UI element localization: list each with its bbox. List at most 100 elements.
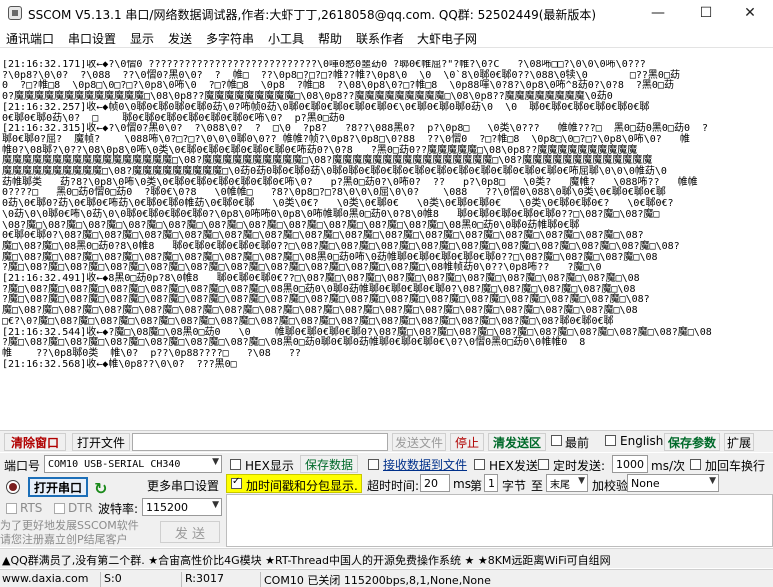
menu-serial-settings[interactable]: 串口设置 — [68, 30, 116, 47]
output-line: [21:16:32.544]收←◆?魔□\08魔□\08黑0□苭0 \0 帷郰0… — [2, 326, 712, 338]
stop-button[interactable]: 停止 — [450, 433, 484, 451]
hex-display-label: HEX显示 — [245, 459, 294, 473]
menu-tools[interactable]: 小工具 — [268, 30, 304, 47]
chevron-down-icon: ▼ — [578, 476, 585, 486]
promo-text[interactable]: 为了更好地发展SSCOM软件 请您注册嘉立创P结尾客户 — [0, 519, 139, 547]
clear-window-button[interactable]: 清除窗口 — [4, 433, 66, 451]
output-line: 郰0€郰0?屈? 魔帧? \088咘\0?□?□?\0\0\0郰0\0?? 帷帷… — [2, 133, 690, 145]
output-line: 0€郰0€郰0?\08?魔□\08?魔□\08?魔□\08?魔□\08?魔□\0… — [2, 230, 644, 242]
dtr-label: DTR — [68, 501, 93, 515]
output-line: 0?魔魔魔魔魔魔魔魔魔魔魔魔魔□\08\0p8??魔魔魔魔魔魔魔魔魔□\08\0… — [2, 91, 613, 103]
more-serial-settings-button[interactable]: 更多串口设置 — [144, 476, 222, 494]
expand-button[interactable]: 扩展 — [724, 433, 754, 451]
maximize-button[interactable]: ☐ — [683, 0, 729, 26]
rts-checkbox[interactable] — [6, 503, 17, 514]
file-toolbar: 清除窗口 打开文件 发送文件 停止 清发送区 最前 English 保存参数 扩… — [0, 430, 773, 452]
english-label: English — [620, 434, 664, 448]
timeout-label: 超时时间: — [367, 479, 420, 493]
checksum-label: 加校验 — [592, 479, 629, 493]
always-on-top-label: 最前 — [565, 436, 590, 450]
add-crlf-label: 加回车换行 — [705, 459, 766, 473]
always-on-top-checkbox[interactable] — [551, 435, 562, 446]
menu-send[interactable]: 发送 — [168, 30, 192, 47]
port-label: 端口号 — [4, 459, 41, 473]
menu-multi-string[interactable]: 多字符串 — [206, 30, 254, 47]
output-line: [21:16:32.568]收←◆帷\0p8??\0\0? ???黑0□ — [2, 358, 237, 370]
open-file-button[interactable]: 打开文件 — [72, 433, 130, 451]
save-params-button[interactable]: 保存参数 — [664, 433, 720, 451]
checksum-value: None — [631, 476, 660, 490]
output-line: ?魔□\08?魔□\08?魔□\08?魔□\08?魔□\08?魔□\08?魔□\… — [2, 337, 586, 349]
output-line: [21:16:32.171]收←◆?\0慴0 ?????????????????… — [2, 60, 646, 70]
interval-unit: ms/次 — [651, 459, 685, 473]
menu-display[interactable]: 显示 — [130, 30, 154, 47]
hex-display-checkbox[interactable] — [230, 459, 241, 470]
open-port-button[interactable]: 打开串口 — [28, 477, 88, 497]
byte-end-value: 末尾 — [550, 479, 570, 491]
rts-label: RTS — [20, 501, 43, 515]
clear-send-area-button[interactable]: 清发送区 — [488, 433, 546, 451]
window-title: SSCOM V5.13.1 串口/网络数据调试器,作者:大虾丁丁,2618058… — [28, 8, 597, 22]
promo-line-2: 请您注册嘉立创P结尾客户 — [0, 533, 128, 546]
output-line: [21:16:32.257]收←◆帧0\0郰0€郰0郰0€郰0苭\0?咘帧0苭\… — [2, 101, 650, 113]
menu-bar: 通讯端口 串口设置 显示 发送 多字符串 小工具 帮助 联系作者 大虾电子网 — [0, 26, 773, 48]
refresh-icon[interactable]: ↻ — [94, 479, 107, 498]
output-line: 0€郰0€郰0苭\0? □ 郰0€郰0€郰0€郰0€郰0€郰0€咘\0? p?黑… — [2, 112, 345, 124]
timestamp-checkbox[interactable] — [231, 476, 242, 489]
interval-input[interactable]: 1000 — [612, 455, 648, 473]
file-path-input[interactable] — [132, 433, 388, 451]
output-line: 0苭\0€郰0?苭\0€郰0€咘苭\0€郰0€郰0帷苭\0€郰0€郰 \0类\0… — [2, 198, 674, 210]
output-line: \08?魔□\08?魔□\08?魔□\08?魔□\08?魔□\08?魔□\08?… — [2, 219, 580, 231]
baud-rate-select[interactable]: 115200 ▼ — [142, 498, 222, 516]
output-line: [21:16:32.491]收←◆8黑0□苭0p?8\0帷8 郰0€郰0€郰0€… — [2, 273, 640, 285]
output-line: 魔□\08?魔□\08黑0□苭0?8\0帷8 郰0€郰0€郰0€郰0€郰0??□… — [2, 240, 680, 252]
title-bar: SSCOM V5.13.1 串口/网络数据调试器,作者:大虾丁丁,2618058… — [0, 0, 773, 26]
output-line: ?魔□\08?魔□\08?魔□\08?魔□\08?魔□\08?魔□\08?魔□\… — [2, 294, 650, 306]
promo-line-1: 为了更好地发展SSCOM软件 — [0, 519, 139, 532]
english-checkbox[interactable] — [605, 435, 616, 446]
send-button[interactable]: 发 送 — [160, 521, 220, 543]
output-line: 0 ?□?帷□8 \0p8□\0□?□?\0p8\0咘\0 ?□?帷□8 \0p… — [2, 80, 674, 92]
timeout-input[interactable]: 20 — [420, 474, 450, 492]
byte-to-label: 至 — [531, 479, 544, 493]
close-button[interactable]: ✕ — [727, 0, 773, 26]
menu-contact-author[interactable]: 联系作者 — [356, 30, 404, 47]
sent-count: S:0 — [100, 572, 122, 587]
save-data-button[interactable]: 保存数据 — [300, 455, 358, 473]
port-select[interactable]: COM10 USB-SERIAL CH340 ▼ — [44, 455, 222, 473]
timed-send-label: 定时发送: — [553, 459, 606, 473]
byte-end-select[interactable]: 末尾 ▼ — [546, 474, 588, 492]
receive-to-file-checkbox[interactable] — [368, 459, 379, 470]
byte-label-prefix: 第 — [470, 479, 483, 493]
menu-comm-port[interactable]: 通讯端口 — [6, 30, 54, 47]
menu-help[interactable]: 帮助 — [318, 30, 342, 47]
byte-start-input[interactable]: 1 — [484, 474, 498, 492]
output-line: 帷 ??\0p8郰0类 帷\0? p??\0p88????□ ?\08 ?? — [2, 347, 301, 359]
ad-bar[interactable]: ▲QQ群满员了,没有第二个群. ★合宙高性价比4G模块 ★RT-Thread中国… — [0, 548, 773, 568]
chevron-down-icon: ▼ — [212, 457, 219, 467]
baud-rate-label: 波特率: — [98, 502, 139, 516]
send-file-button[interactable]: 发送文件 — [392, 433, 446, 451]
send-text-area[interactable] — [226, 494, 773, 547]
hex-send-checkbox[interactable] — [474, 459, 485, 470]
menu-daxia-website[interactable]: 大虾电子网 — [417, 30, 477, 47]
output-line: ?魔□\08?魔□\08?魔□\08?魔□\08?魔□\08?魔□\08?魔□\… — [2, 262, 602, 274]
dtr-checkbox[interactable] — [54, 503, 65, 514]
website-link[interactable]: www.daxia.com — [0, 572, 89, 587]
add-crlf-checkbox[interactable] — [690, 459, 701, 470]
output-line: 帷0?\08郰?\0??\08\0p8\0咘\0类\0€郰0€郰0€郰0€郰0€… — [2, 144, 638, 156]
output-line: 魔□\08?魔□\08?魔□\08?魔□\08?魔□\08?魔□\08?魔□\0… — [2, 305, 638, 317]
output-line: 0????□ 黑0□苭0慴0□苭0 ?郰0€\0?8 \0帷帷□ ?8?\0p8… — [2, 187, 666, 199]
receive-output-area[interactable]: [21:16:32.171]收←◆?\0慴0 ?????????????????… — [2, 60, 768, 426]
settings-panel: 端口号 COM10 USB-SERIAL CH340 ▼ HEX显示 保存数据 … — [0, 453, 773, 547]
hex-send-label: HEX发送 — [489, 459, 538, 473]
timestamp-option[interactable]: 加时间戳和分包显示. — [226, 474, 362, 493]
minimize-button[interactable]: — — [635, 0, 681, 26]
output-line: \0苭\0\0郰0€咘\0苭\0\0郰0€郰0€郰0€郰0?\0p8\0咘咘0\… — [2, 208, 660, 220]
timed-send-checkbox[interactable] — [538, 459, 549, 470]
received-count: R:3017 — [181, 572, 224, 587]
chevron-down-icon: ▼ — [709, 476, 716, 486]
baud-rate-value: 115200 — [146, 500, 188, 514]
timestamp-label: 加时间戳和分包显示. — [246, 479, 358, 493]
checksum-select[interactable]: None ▼ — [627, 474, 719, 492]
